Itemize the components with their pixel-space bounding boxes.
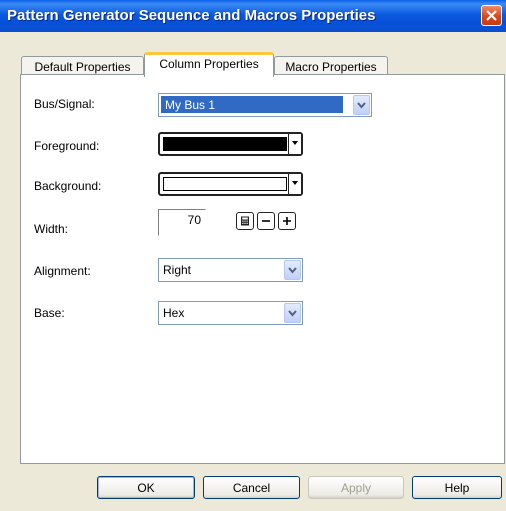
dropdown-button[interactable] <box>284 260 301 280</box>
foreground-label: Foreground: <box>34 139 100 153</box>
background-color-picker[interactable] <box>158 172 303 196</box>
base-label: Base: <box>34 306 65 320</box>
title-bar: Pattern Generator Sequence and Macros Pr… <box>0 0 506 32</box>
alignment-select[interactable]: Right <box>158 258 303 282</box>
color-dropdown-arrow[interactable] <box>288 174 301 194</box>
chevron-down-icon <box>357 102 366 109</box>
chevron-down-icon <box>292 181 298 185</box>
chevron-down-icon <box>288 310 297 317</box>
color-dropdown-arrow[interactable] <box>288 134 301 154</box>
tab-label: Column Properties <box>159 57 259 71</box>
help-button[interactable]: Help <box>412 476 502 499</box>
width-label: Width: <box>34 222 69 236</box>
bus-signal-value: My Bus 1 <box>161 96 343 113</box>
width-input[interactable]: 70 <box>158 209 206 236</box>
chevron-down-icon <box>292 141 298 145</box>
base-value: Hex <box>163 306 185 320</box>
tab-label: Macro Properties <box>285 60 377 74</box>
decrement-button[interactable] <box>257 212 275 230</box>
bus-signal-label: Bus/Signal: <box>34 97 95 111</box>
base-select[interactable]: Hex <box>158 301 303 325</box>
chevron-down-icon <box>288 267 297 274</box>
tab-label: Default Properties <box>34 60 131 74</box>
dropdown-button[interactable] <box>284 303 301 323</box>
foreground-swatch <box>163 137 287 151</box>
close-button[interactable] <box>481 5 502 26</box>
background-swatch <box>163 177 287 191</box>
foreground-color-picker[interactable] <box>158 132 303 156</box>
calculator-button[interactable] <box>236 212 254 230</box>
ok-button[interactable]: OK <box>97 476 195 499</box>
minus-icon <box>262 220 270 222</box>
window-title: Pattern Generator Sequence and Macros Pr… <box>7 7 376 24</box>
dropdown-button[interactable] <box>353 95 370 115</box>
plus-icon <box>283 217 291 225</box>
cancel-button[interactable]: Cancel <box>203 476 300 499</box>
alignment-value: Right <box>163 263 192 277</box>
alignment-label: Alignment: <box>34 264 91 278</box>
bus-signal-select[interactable]: My Bus 1 <box>158 93 372 117</box>
tab-column-properties[interactable]: Column Properties <box>144 52 274 77</box>
width-value: 70 <box>187 213 201 227</box>
calculator-icon <box>241 216 249 226</box>
increment-button[interactable] <box>278 212 296 230</box>
close-icon <box>486 10 497 21</box>
background-label: Background: <box>34 179 102 193</box>
apply-button[interactable]: Apply <box>308 476 404 499</box>
